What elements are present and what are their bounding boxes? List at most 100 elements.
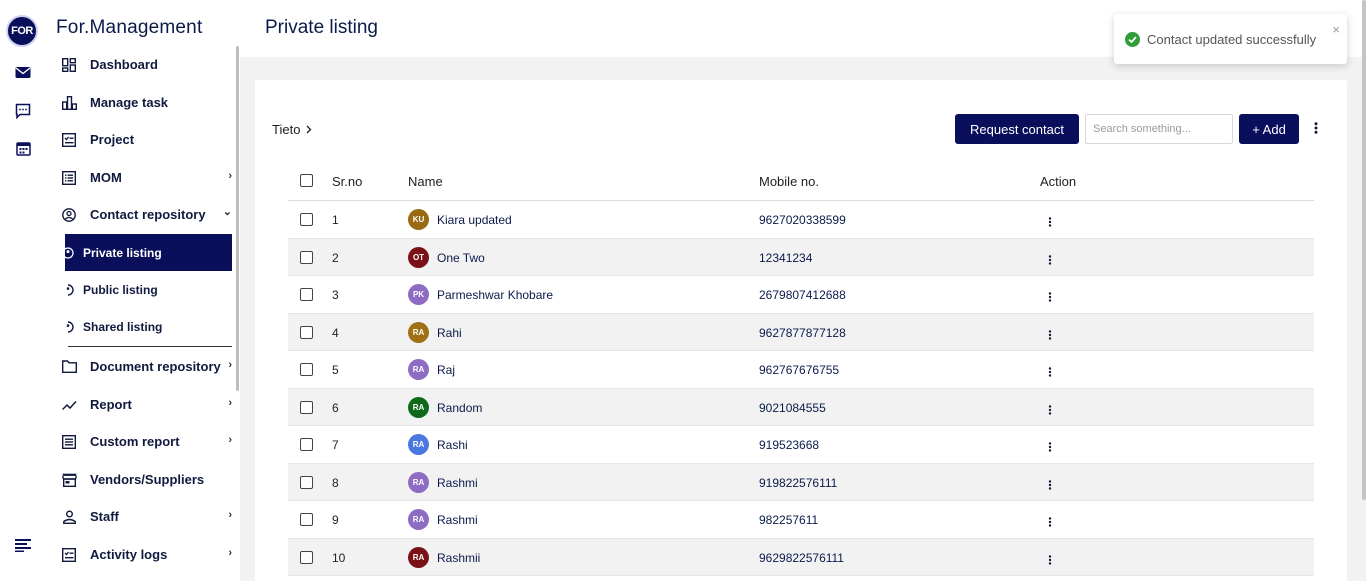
close-icon[interactable]: × — [1332, 23, 1340, 36]
contact-name[interactable]: Parmeshwar Khobare — [437, 288, 553, 302]
sidebar-item-contact-repository[interactable]: Contact repository ⌄ — [46, 196, 234, 233]
contact-mobile: 919523668 — [759, 438, 820, 452]
chevron-right-icon: › — [228, 397, 232, 409]
row-checkbox[interactable] — [300, 400, 313, 414]
app-logo[interactable]: FOR — [6, 15, 38, 47]
sidebar-item-mom[interactable]: MOM › — [46, 159, 234, 196]
sidebar-subitem-public-listing[interactable]: Public listing — [65, 271, 232, 308]
row-actions-icon[interactable] — [1046, 365, 1054, 379]
avatar: OT — [408, 246, 429, 268]
avatar: RA — [408, 471, 429, 493]
row-checkbox[interactable] — [300, 213, 313, 226]
avatar: RA — [408, 321, 429, 343]
sidebar-subitem-shared-listing[interactable]: Shared listing — [65, 308, 232, 345]
table-row[interactable]: 10 RA Rashmii 9629822576111 — [288, 538, 1314, 576]
person-icon — [61, 509, 77, 525]
breadcrumb[interactable]: Tieto — [272, 122, 312, 137]
toast-message: Contact updated successfully — [1147, 31, 1317, 47]
success-toast: Contact updated successfully × — [1114, 14, 1347, 64]
page-title: Private listing — [265, 17, 378, 38]
calendar-icon[interactable] — [14, 139, 32, 157]
row-checkbox[interactable] — [300, 475, 313, 489]
contact-name[interactable]: Rashmi — [437, 513, 478, 527]
sidebar-item-vendors-suppliers[interactable]: Vendors/Suppliers — [46, 461, 234, 498]
mail-icon[interactable] — [14, 64, 32, 82]
sidebar-item-activity-logs[interactable]: Activity logs › — [46, 536, 234, 573]
breadcrumb-item[interactable]: Tieto — [272, 122, 300, 137]
table-row[interactable]: 6 RA Random 9021084555 — [288, 388, 1314, 426]
chat-icon[interactable] — [14, 102, 32, 120]
search-input[interactable] — [1085, 114, 1233, 144]
row-checkbox[interactable] — [300, 250, 313, 264]
row-checkbox[interactable] — [300, 363, 313, 376]
row-actions-icon[interactable] — [1046, 290, 1054, 304]
table-row[interactable]: 2 OT One Two 12341234 — [288, 238, 1314, 276]
contact-mobile: 919822576111 — [759, 475, 838, 490]
submenu-divider — [68, 346, 232, 347]
sidebar-item-project[interactable]: Project — [46, 121, 234, 158]
row-sr-no: 4 — [332, 325, 339, 340]
contact-name[interactable]: Random — [437, 401, 482, 415]
sidebar-item-report[interactable]: Report › — [46, 386, 234, 423]
row-sr-no: 2 — [332, 250, 339, 265]
contact-mobile: 982257611 — [759, 513, 819, 527]
table-row[interactable]: 4 RA Rahi 9627877877128 — [288, 313, 1314, 351]
sidebar-item-document-repository[interactable]: Document repository › — [46, 348, 234, 385]
chevron-right-icon: › — [228, 170, 232, 182]
row-actions-icon[interactable] — [1046, 515, 1054, 529]
chevron-right-icon: › — [228, 547, 232, 559]
private-listing-icon — [62, 246, 74, 259]
table-row[interactable]: 1 KU Kiara updated 9627020338599 — [288, 201, 1314, 239]
contact-name[interactable]: One Two — [437, 251, 485, 265]
contact-name[interactable]: Raj — [437, 363, 455, 377]
more-options-icon[interactable] — [1310, 120, 1322, 136]
sidebar-item-custom-report[interactable]: Custom report › — [46, 423, 234, 460]
row-checkbox[interactable] — [300, 325, 313, 339]
row-actions-icon[interactable] — [1046, 478, 1054, 492]
row-sr-no: 6 — [332, 400, 339, 415]
menu-icon[interactable] — [14, 536, 32, 554]
contact-name[interactable]: Kiara updated — [437, 213, 512, 227]
contact-name[interactable]: Rashi — [437, 438, 468, 452]
row-actions-icon[interactable] — [1046, 253, 1054, 267]
contact-mobile: 9627020338599 — [759, 213, 846, 227]
table-row[interactable]: 8 RA Rashmi 919822576111 — [288, 463, 1314, 501]
request-contact-button[interactable]: Request contact — [955, 114, 1079, 144]
table-row[interactable]: 7 RA Rashi 919523668 — [288, 426, 1314, 464]
contact-name[interactable]: Rashmi — [437, 476, 478, 490]
table-row[interactable]: 9 RA Rashmi 982257611 — [288, 501, 1314, 539]
table-row[interactable]: 5 RA Raj 962767676755 — [288, 351, 1314, 389]
sidebar-scrollbar[interactable] — [236, 46, 239, 391]
select-all-checkbox[interactable] — [300, 174, 313, 187]
contact-name[interactable]: Rahi — [437, 326, 462, 340]
contact-name[interactable]: Rashmii — [437, 551, 480, 565]
row-actions-icon[interactable] — [1046, 403, 1054, 417]
row-checkbox[interactable] — [300, 288, 313, 301]
brand-name: For.Management — [56, 17, 203, 38]
row-checkbox[interactable] — [300, 550, 313, 564]
row-actions-icon[interactable] — [1046, 553, 1054, 567]
row-sr-no: 8 — [332, 475, 339, 490]
row-checkbox[interactable] — [300, 513, 313, 526]
header-mobile: Mobile no. — [759, 174, 819, 189]
chevron-right-icon: › — [228, 434, 232, 446]
sidebar-item-manage-task[interactable]: Manage task — [46, 84, 234, 121]
avatar: RA — [408, 396, 429, 418]
contact-mobile: 9627877877128 — [759, 325, 846, 340]
row-sr-no: 5 — [332, 363, 339, 377]
add-button[interactable]: + Add — [1239, 114, 1299, 144]
sidebar-item-dashboard[interactable]: Dashboard — [46, 46, 234, 83]
table-body: 1 KU Kiara updated 9627020338599 2 OT One Two 1… — [288, 201, 1314, 576]
row-actions-icon[interactable] — [1046, 440, 1054, 454]
sidebar-item-staff[interactable]: Staff › — [46, 498, 234, 535]
row-actions-icon[interactable] — [1046, 215, 1054, 229]
contact-icon — [61, 207, 77, 223]
chevron-down-icon: ⌄ — [222, 206, 232, 218]
project-icon — [61, 132, 77, 148]
table-row[interactable]: 3 PK Parmeshwar Khobare 2679807412688 — [288, 276, 1314, 314]
row-checkbox[interactable] — [300, 438, 313, 451]
chevron-right-icon: › — [228, 359, 232, 371]
page-scrollbar[interactable] — [1362, 0, 1366, 500]
sidebar-subitem-private-listing[interactable]: Private listing — [62, 234, 232, 271]
row-actions-icon[interactable] — [1046, 328, 1054, 342]
